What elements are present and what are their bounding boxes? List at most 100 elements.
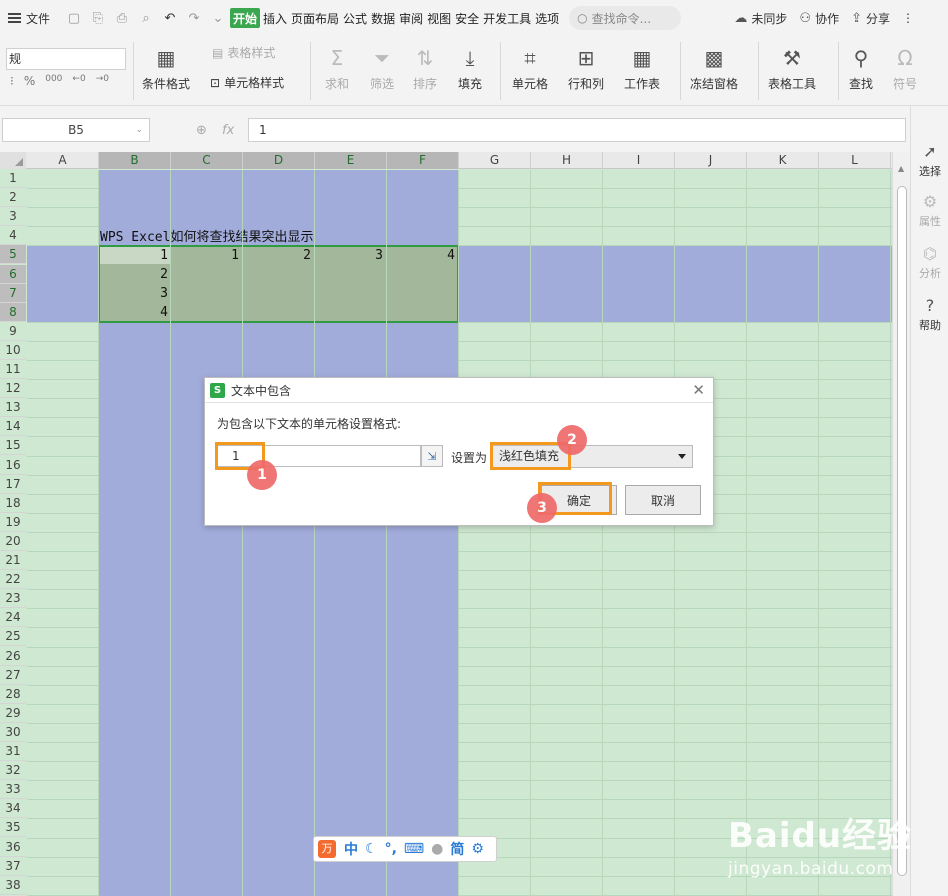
decimal-decrease-icon[interactable]: →0 <box>96 74 109 88</box>
row-header[interactable]: 20 <box>0 532 26 551</box>
cell-b7[interactable]: 3 <box>100 284 168 303</box>
decimal-increase-icon[interactable]: ←0 <box>72 74 85 88</box>
cell-e5[interactable]: 3 <box>315 246 383 265</box>
column-header[interactable]: C <box>171 152 243 169</box>
rowcol-button[interactable]: ⊞ 行和列 <box>568 36 604 92</box>
row-header[interactable]: 5 <box>0 245 26 265</box>
tab-options[interactable]: 选项 <box>533 0 561 36</box>
cell-d5[interactable]: 2 <box>243 246 311 265</box>
export-icon[interactable]: ⎘ <box>86 0 110 36</box>
ime-lang[interactable]: 中 <box>344 839 358 859</box>
fill-button[interactable]: ⤓ 填充 <box>457 36 483 92</box>
row-header[interactable]: 24 <box>0 608 26 628</box>
column-header[interactable]: L <box>819 152 891 169</box>
column-header[interactable]: G <box>459 152 531 169</box>
side-help-button[interactable]: ? 帮助 <box>911 296 948 333</box>
cell-b3-title[interactable]: WPS Excel如何将查找结果突出显示 <box>100 226 313 245</box>
tab-review[interactable]: 审阅 <box>397 0 425 36</box>
row-header[interactable]: 22 <box>0 570 26 590</box>
side-analysis-button[interactable]: ⌬ 分析 <box>911 244 948 281</box>
row-header[interactable]: 31 <box>0 742 26 762</box>
select-all-corner[interactable] <box>0 152 26 169</box>
cells-button[interactable]: ⌗ 单元格 <box>512 36 548 92</box>
user-icon[interactable]: ● <box>431 841 443 857</box>
row-header[interactable]: 33 <box>0 780 26 800</box>
row-header[interactable]: 25 <box>0 627 26 647</box>
tab-formulas[interactable]: 公式 <box>341 0 369 36</box>
row-header[interactable]: 32 <box>0 761 26 781</box>
row-header[interactable]: 18 <box>0 494 26 513</box>
column-header[interactable]: A <box>27 152 99 169</box>
worksheet-button[interactable]: ▦ 工作表 <box>624 36 660 92</box>
row-header[interactable]: 35 <box>0 818 26 838</box>
row-header[interactable]: 37 <box>0 857 26 876</box>
cell-b8[interactable]: 4 <box>100 303 168 322</box>
keyboard-icon[interactable]: ⌨ <box>404 841 424 857</box>
side-properties-button[interactable]: ⚙ 属性 <box>911 192 948 229</box>
cell-b6[interactable]: 2 <box>100 265 168 284</box>
row-header[interactable]: 19 <box>0 513 26 532</box>
row-header[interactable]: 6 <box>0 264 26 284</box>
thousands-button[interactable]: 000 <box>45 74 62 88</box>
find-button[interactable]: ⚲ 查找 <box>848 36 874 92</box>
row-header[interactable]: 9 <box>0 322 26 341</box>
cell-area[interactable]: WPS Excel如何将查找结果突出显示 1 1 2 3 4 2 3 4 <box>27 170 892 896</box>
row-header[interactable]: 36 <box>0 838 26 857</box>
vertical-scrollbar[interactable]: ▲ <box>892 152 910 896</box>
sync-button[interactable]: ☁ 未同步 <box>734 10 787 27</box>
tab-page-layout[interactable]: 页面布局 <box>289 0 341 36</box>
table-style-button[interactable]: ▤ 表格样式 <box>212 44 275 61</box>
range-picker-icon[interactable]: ⇲ <box>421 445 443 467</box>
table-tools-button[interactable]: ⚒ 表格工具 <box>768 36 816 92</box>
ime-toolbar[interactable]: 万 中 ☾ °, ⌨ ● 简 ⚙ <box>313 836 497 862</box>
cell-f5[interactable]: 4 <box>387 246 455 265</box>
scroll-thumb[interactable] <box>897 186 907 876</box>
tab-insert[interactable]: 插入 <box>261 0 289 36</box>
command-search[interactable]: ○ 查找命令... <box>569 6 682 30</box>
share-button[interactable]: ⇪ 分享 <box>851 10 890 27</box>
currency-icon[interactable]: ⁝ <box>10 74 14 88</box>
row-header[interactable]: 28 <box>0 685 26 704</box>
tab-security[interactable]: 安全 <box>453 0 481 36</box>
column-header[interactable]: H <box>531 152 603 169</box>
column-header[interactable]: E <box>315 152 387 169</box>
cell-b5[interactable]: 1 <box>100 246 168 265</box>
row-header[interactable]: 10 <box>0 341 26 360</box>
punctuation-icon[interactable]: °, <box>385 841 397 857</box>
moon-icon[interactable]: ☾ <box>365 841 378 857</box>
row-header[interactable]: 27 <box>0 666 26 685</box>
column-header[interactable]: J <box>675 152 747 169</box>
redo-icon[interactable]: ↷ <box>182 0 206 36</box>
row-header[interactable]: 29 <box>0 704 26 723</box>
column-header[interactable]: B <box>99 152 171 169</box>
row-header[interactable]: 23 <box>0 589 26 609</box>
print-preview-icon[interactable]: ⌕ <box>134 0 158 36</box>
name-box[interactable]: B5 ⌄ <box>2 118 150 142</box>
cell-style-button[interactable]: ⊡ 单元格样式 <box>210 74 284 91</box>
freeze-panes-button[interactable]: ▩ 冻结窗格 <box>690 36 738 92</box>
row-header[interactable]: 30 <box>0 723 26 742</box>
file-menu[interactable]: 文件 <box>0 0 62 36</box>
more-menu-icon[interactable]: ⋮ <box>902 11 914 25</box>
scroll-up-icon[interactable]: ▲ <box>898 164 904 173</box>
fx-icon[interactable]: fx <box>222 123 234 138</box>
row-header[interactable]: 21 <box>0 551 26 571</box>
save-icon[interactable]: ▢ <box>62 0 86 36</box>
tab-view[interactable]: 视图 <box>425 0 453 36</box>
filter-button[interactable]: ⏷ 筛选 <box>369 36 395 92</box>
column-header[interactable]: I <box>603 152 675 169</box>
quick-access-dropdown-icon[interactable]: ⌄ <box>206 0 230 36</box>
number-format-select[interactable]: 规 <box>6 48 126 70</box>
symbol-button[interactable]: Ω 符号 <box>892 36 918 92</box>
tab-developer[interactable]: 开发工具 <box>481 0 533 36</box>
close-icon[interactable]: ✕ <box>692 381 705 399</box>
row-header[interactable]: 12 <box>0 379 26 399</box>
column-header[interactable]: F <box>387 152 459 169</box>
collab-button[interactable]: ⚇ 协作 <box>799 10 839 27</box>
sort-button[interactable]: ⇅ 排序 <box>412 36 438 92</box>
cell-c5[interactable]: 1 <box>171 246 239 265</box>
row-header[interactable]: 13 <box>0 398 26 418</box>
column-header[interactable]: K <box>747 152 819 169</box>
side-select-button[interactable]: ➚ 选择 <box>911 142 948 179</box>
row-header[interactable]: 26 <box>0 647 26 666</box>
